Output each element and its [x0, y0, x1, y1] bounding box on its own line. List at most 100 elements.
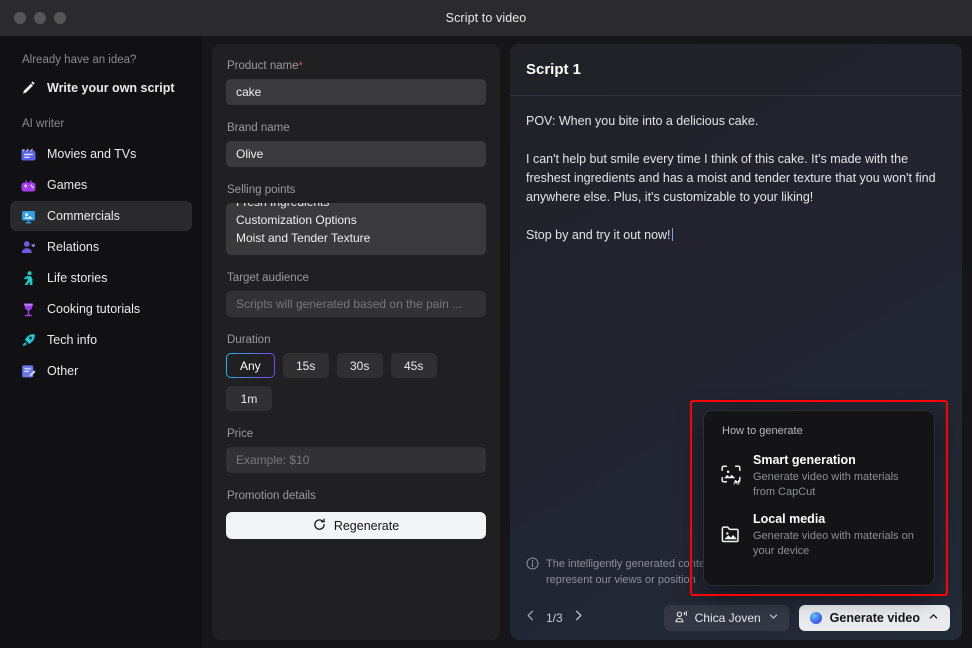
sidebar-item-tech-info[interactable]: Tech info — [10, 325, 192, 355]
script-header: Script 1 — [510, 44, 962, 96]
window-controls — [0, 12, 66, 24]
duration-chip-45s[interactable]: 45s — [390, 353, 437, 378]
sidebar-item-label: Write your own script — [47, 81, 175, 95]
duration-chip-30s[interactable]: 30s — [336, 353, 383, 378]
ai-frame-icon: AI — [720, 464, 742, 500]
regenerate-button[interactable]: Regenerate — [226, 512, 486, 539]
brand-name-input[interactable]: Olive — [226, 141, 486, 167]
script-title: Script 1 — [526, 61, 582, 78]
sidebar-item-label: Commercials — [47, 209, 120, 223]
required-asterisk: * — [298, 60, 303, 72]
product-name-label-text: Product name — [227, 60, 299, 72]
svg-text:AI: AI — [733, 479, 740, 486]
chevron-up-icon — [928, 611, 939, 625]
media-folder-icon — [720, 523, 742, 559]
sidebar-section-ai-writer: AI writer — [22, 118, 65, 130]
sidebar-item-games[interactable]: Games — [10, 170, 192, 200]
script-paragraph: I can't help but smile every time I thin… — [526, 152, 936, 204]
rocket-icon — [20, 332, 37, 349]
popup-option-text: Local media Generate video with material… — [753, 512, 918, 559]
selling-points-content: Fresh Ingredients Customization Options … — [236, 203, 476, 247]
sidebar: Already have an idea? Write your own scr… — [0, 36, 202, 648]
sidebar-item-label: Movies and TVs — [47, 147, 137, 161]
popup-title: How to generate — [722, 425, 803, 437]
script-paragraph-last: Stop by and try it out now! — [526, 226, 946, 245]
close-button[interactable] — [14, 12, 26, 24]
sidebar-ai-list: Movies and TVs Games Commercials Relatio… — [10, 138, 192, 387]
pencil-icon — [20, 80, 37, 97]
popup-option-text: Smart generation Generate video with mat… — [753, 453, 918, 500]
ai-orb-icon — [809, 612, 822, 624]
generate-video-button[interactable]: Generate video — [798, 605, 950, 631]
sidebar-item-movies-and-tvs[interactable]: Movies and TVs — [10, 139, 192, 169]
sidebar-item-label: Cooking tutorials — [47, 302, 141, 316]
regenerate-button-label: Regenerate — [333, 518, 400, 533]
window-title: Script to video — [445, 11, 527, 25]
title-bar: Script to video — [0, 0, 972, 36]
voice-selector-label: Chica Joven — [694, 611, 761, 625]
info-icon — [526, 557, 539, 588]
sidebar-item-relations[interactable]: Relations — [10, 232, 192, 262]
game-console-icon — [20, 177, 37, 194]
script-paragraph: POV: When you bite into a delicious cake… — [526, 114, 759, 128]
price-input[interactable]: Example: $10 — [226, 447, 486, 473]
sidebar-item-commercials[interactable]: Commercials — [10, 201, 192, 231]
sidebar-item-label: Tech info — [47, 333, 98, 347]
chevron-right-icon[interactable] — [572, 609, 585, 627]
script-pagination: 1/3 — [524, 609, 585, 627]
sidebar-item-life-stories[interactable]: Life stories — [10, 263, 192, 293]
duration-chip-15s[interactable]: 15s — [282, 353, 329, 378]
minimize-button[interactable] — [34, 12, 46, 24]
popup-option-desc: Generate video with materials from CapCu… — [753, 471, 899, 498]
duration-options: Any 15s 30s 45s 1m — [226, 353, 486, 411]
sidebar-item-cooking-tutorials[interactable]: Cooking tutorials — [10, 294, 192, 324]
selling-point-line: Moist and Tender Texture — [236, 231, 371, 245]
sidebar-item-write-your-own-script[interactable]: Write your own script — [10, 73, 192, 103]
product-name-input[interactable]: cake — [226, 79, 486, 105]
price-label: Price — [227, 428, 254, 440]
chevron-down-icon — [768, 611, 779, 625]
sidebar-item-label: Other — [47, 364, 79, 378]
script-settings-form: Product name* cake Brand name Olive Sell… — [212, 44, 500, 640]
note-edit-icon — [20, 363, 37, 380]
sidebar-item-other[interactable]: Other — [10, 356, 192, 386]
brand-name-label: Brand name — [227, 122, 290, 134]
billboard-icon — [20, 208, 37, 225]
duration-label: Duration — [227, 334, 271, 346]
selling-point-line: Fresh Ingredients — [236, 203, 476, 211]
sidebar-item-label: Relations — [47, 240, 100, 254]
sidebar-section-idea: Already have an idea? — [22, 54, 137, 66]
popup-option-smart-generation[interactable]: AI Smart generation Generate video with … — [718, 447, 920, 506]
sidebar-item-label: Games — [47, 178, 88, 192]
script-footer: 1/3 Chica Joven Generate video — [510, 596, 962, 640]
target-audience-input[interactable]: Scripts will generated based on the pain… — [226, 291, 486, 317]
generate-video-label: Generate video — [829, 611, 920, 625]
text-caret — [671, 228, 673, 241]
app-window: Script to video Already have an idea? Wr… — [0, 0, 972, 648]
refresh-icon — [313, 518, 326, 534]
chevron-left-icon[interactable] — [524, 609, 537, 627]
person-walk-icon — [20, 270, 37, 287]
clapperboard-icon — [20, 146, 37, 163]
promotion-details-label: Promotion details — [227, 490, 316, 502]
selling-points-label: Selling points — [227, 184, 296, 196]
voice-person-icon — [674, 610, 688, 627]
product-name-label: Product name* — [227, 60, 486, 72]
person-heart-icon — [20, 239, 37, 256]
voice-selector-button[interactable]: Chica Joven — [663, 605, 789, 631]
popup-option-name: Smart generation — [753, 453, 856, 467]
page-indicator: 1/3 — [546, 611, 563, 625]
how-to-generate-popup: How to generate AI Smart generation Gene… — [703, 410, 935, 586]
duration-chip-any[interactable]: Any — [226, 353, 275, 378]
selling-point-line: Customization Options — [236, 213, 357, 227]
target-audience-label: Target audience — [227, 272, 309, 284]
popup-option-desc: Generate video with materials on your de… — [753, 530, 914, 557]
maximize-button[interactable] — [54, 12, 66, 24]
selling-points-textarea[interactable]: Fresh Ingredients Customization Options … — [226, 203, 486, 255]
script-paragraph-text: Stop by and try it out now! — [526, 228, 671, 242]
popup-option-name: Local media — [753, 512, 826, 526]
sidebar-item-label: Life stories — [47, 271, 108, 285]
wine-glass-icon — [20, 301, 37, 318]
duration-chip-1m[interactable]: 1m — [226, 386, 272, 411]
popup-option-local-media[interactable]: Local media Generate video with material… — [718, 506, 920, 565]
